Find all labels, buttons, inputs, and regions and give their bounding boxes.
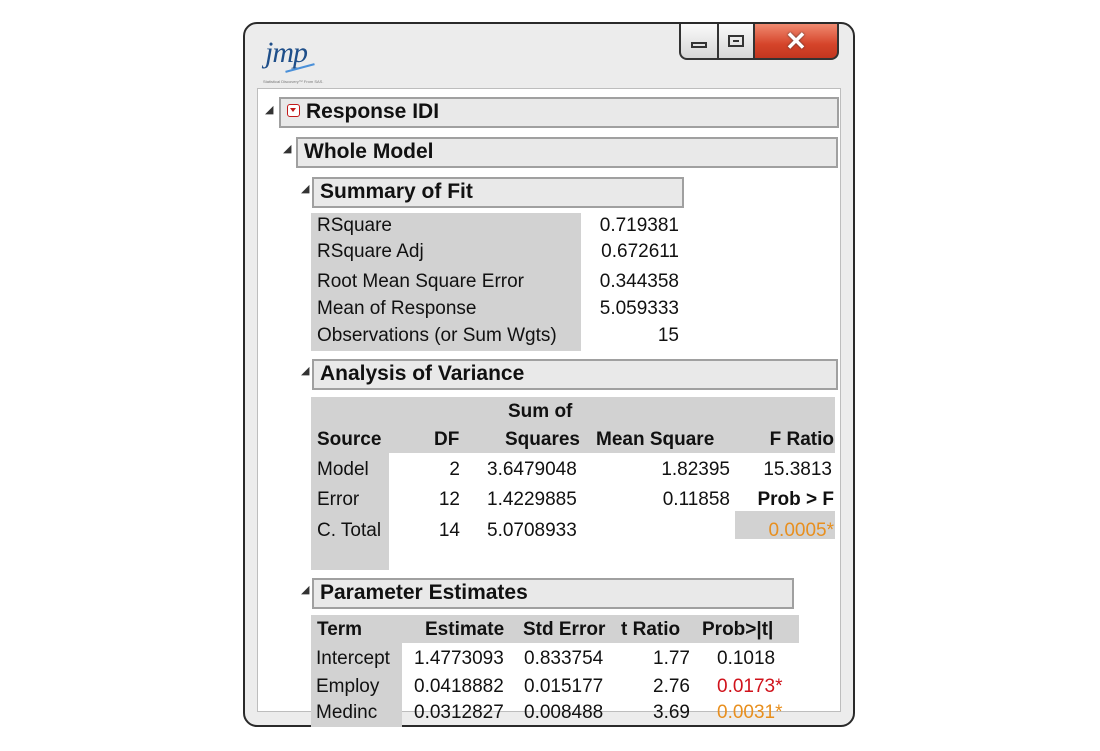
- report-area: ◢ Response IDI ◢ Whole Model ◢ Summary o…: [257, 88, 841, 727]
- jmp-logo-subtitle: Statistical Discovery™ From SAS.: [263, 79, 324, 84]
- anova-ss: 1.4229885: [487, 489, 577, 510]
- pe-t-ratio: 1.77: [653, 648, 690, 669]
- anova-col-header-ss-line2: Squares: [505, 429, 580, 450]
- pe-col-header-std-error: Std Error: [523, 619, 606, 640]
- pe-t-ratio: 2.76: [653, 676, 690, 697]
- maximize-button[interactable]: [717, 24, 755, 60]
- minimize-icon: [691, 42, 707, 48]
- anova-source: Model: [317, 459, 369, 480]
- disclosure-triangle-icon[interactable]: ◢: [301, 184, 309, 195]
- window-controls: ✕: [679, 24, 839, 62]
- summary-value: 0.672611: [601, 241, 679, 262]
- pe-col-header-term: Term: [317, 619, 363, 640]
- pe-term: Employ: [316, 676, 380, 697]
- response-title: Response IDI: [306, 100, 440, 123]
- anova-header[interactable]: Analysis of Variance: [312, 359, 838, 390]
- anova-ss: 3.6479048: [487, 459, 577, 480]
- jmp-window: jmp Statistical Discovery™ From SAS. ✕ ◢…: [243, 22, 855, 727]
- anova-source: Error: [317, 489, 360, 510]
- pe-prob: 0.0031*: [717, 702, 783, 723]
- disclosure-triangle-icon[interactable]: ◢: [265, 105, 273, 116]
- disclosure-triangle-icon[interactable]: ◢: [301, 366, 309, 377]
- disclosure-triangle-icon[interactable]: ◢: [283, 144, 291, 155]
- pe-estimate: 0.0312827: [414, 702, 504, 723]
- pe-col-header-t-ratio: t Ratio: [621, 619, 681, 640]
- close-icon: ✕: [785, 26, 807, 56]
- whole-model-header[interactable]: Whole Model: [296, 137, 838, 168]
- maximize-icon: [728, 35, 744, 47]
- anova-df: 12: [438, 489, 460, 510]
- prob-f-value: 0.0005*: [768, 520, 834, 541]
- close-button[interactable]: ✕: [753, 24, 839, 60]
- summary-value: 15: [657, 325, 679, 346]
- disclosure-triangle-icon[interactable]: ◢: [301, 585, 309, 596]
- jmp-logo: jmp Statistical Discovery™ From SAS.: [261, 34, 341, 94]
- prob-f-label: Prob > F: [757, 489, 834, 510]
- anova-col-header-source: Source: [317, 429, 382, 450]
- red-triangle-menu-icon[interactable]: [287, 104, 300, 117]
- pe-std-error: 0.833754: [524, 648, 604, 669]
- pe-estimate: 0.0418882: [414, 676, 504, 697]
- anova-title: Analysis of Variance: [320, 362, 525, 385]
- minimize-button[interactable]: [679, 24, 719, 60]
- anova-ms: 0.11858: [662, 489, 730, 510]
- anova-col-header-ss-line1: Sum of: [508, 401, 573, 422]
- parameter-estimates-title: Parameter Estimates: [320, 581, 528, 604]
- pe-estimate: 1.4773093: [414, 648, 504, 669]
- pe-std-error: 0.015177: [524, 676, 604, 697]
- pe-term: Medinc: [316, 702, 378, 723]
- anova-col-header-df: DF: [434, 429, 460, 450]
- summary-value: 0.719381: [599, 215, 679, 236]
- whole-model-title: Whole Model: [304, 140, 434, 163]
- anova-ms: 1.82395: [661, 459, 730, 480]
- summary-value: 0.344358: [599, 271, 679, 292]
- pe-prob: 0.1018: [717, 648, 776, 669]
- parameter-estimates-header[interactable]: Parameter Estimates: [312, 578, 794, 609]
- anova-f-ratio: 15.3813: [763, 459, 832, 480]
- pe-std-error: 0.008488: [524, 702, 604, 723]
- summary-label: Mean of Response: [317, 298, 477, 319]
- jmp-logo-text: jmp: [265, 36, 308, 69]
- summary-value: 5.059333: [599, 298, 679, 319]
- anova-source: C. Total: [317, 520, 382, 541]
- pe-col-header-estimate: Estimate: [425, 619, 505, 640]
- pe-t-ratio: 3.69: [653, 702, 690, 723]
- summary-label: Root Mean Square Error: [317, 271, 524, 292]
- anova-df: 2: [449, 459, 460, 480]
- anova-df: 14: [438, 520, 460, 541]
- pe-col-header-prob: Prob>|t|: [702, 619, 774, 640]
- summary-label: RSquare Adj: [317, 241, 424, 262]
- summary-label: RSquare: [317, 215, 392, 236]
- response-header[interactable]: Response IDI: [279, 97, 839, 128]
- summary-of-fit-header[interactable]: Summary of Fit: [312, 177, 684, 208]
- anova-col-header-ms: Mean Square: [596, 429, 715, 450]
- anova-col-header-f: F Ratio: [769, 429, 834, 450]
- pe-prob: 0.0173*: [717, 676, 783, 697]
- pe-term: Intercept: [316, 648, 390, 669]
- summary-of-fit-title: Summary of Fit: [320, 180, 473, 203]
- summary-label: Observations (or Sum Wgts): [317, 325, 557, 346]
- anova-ss: 5.0708933: [487, 520, 577, 541]
